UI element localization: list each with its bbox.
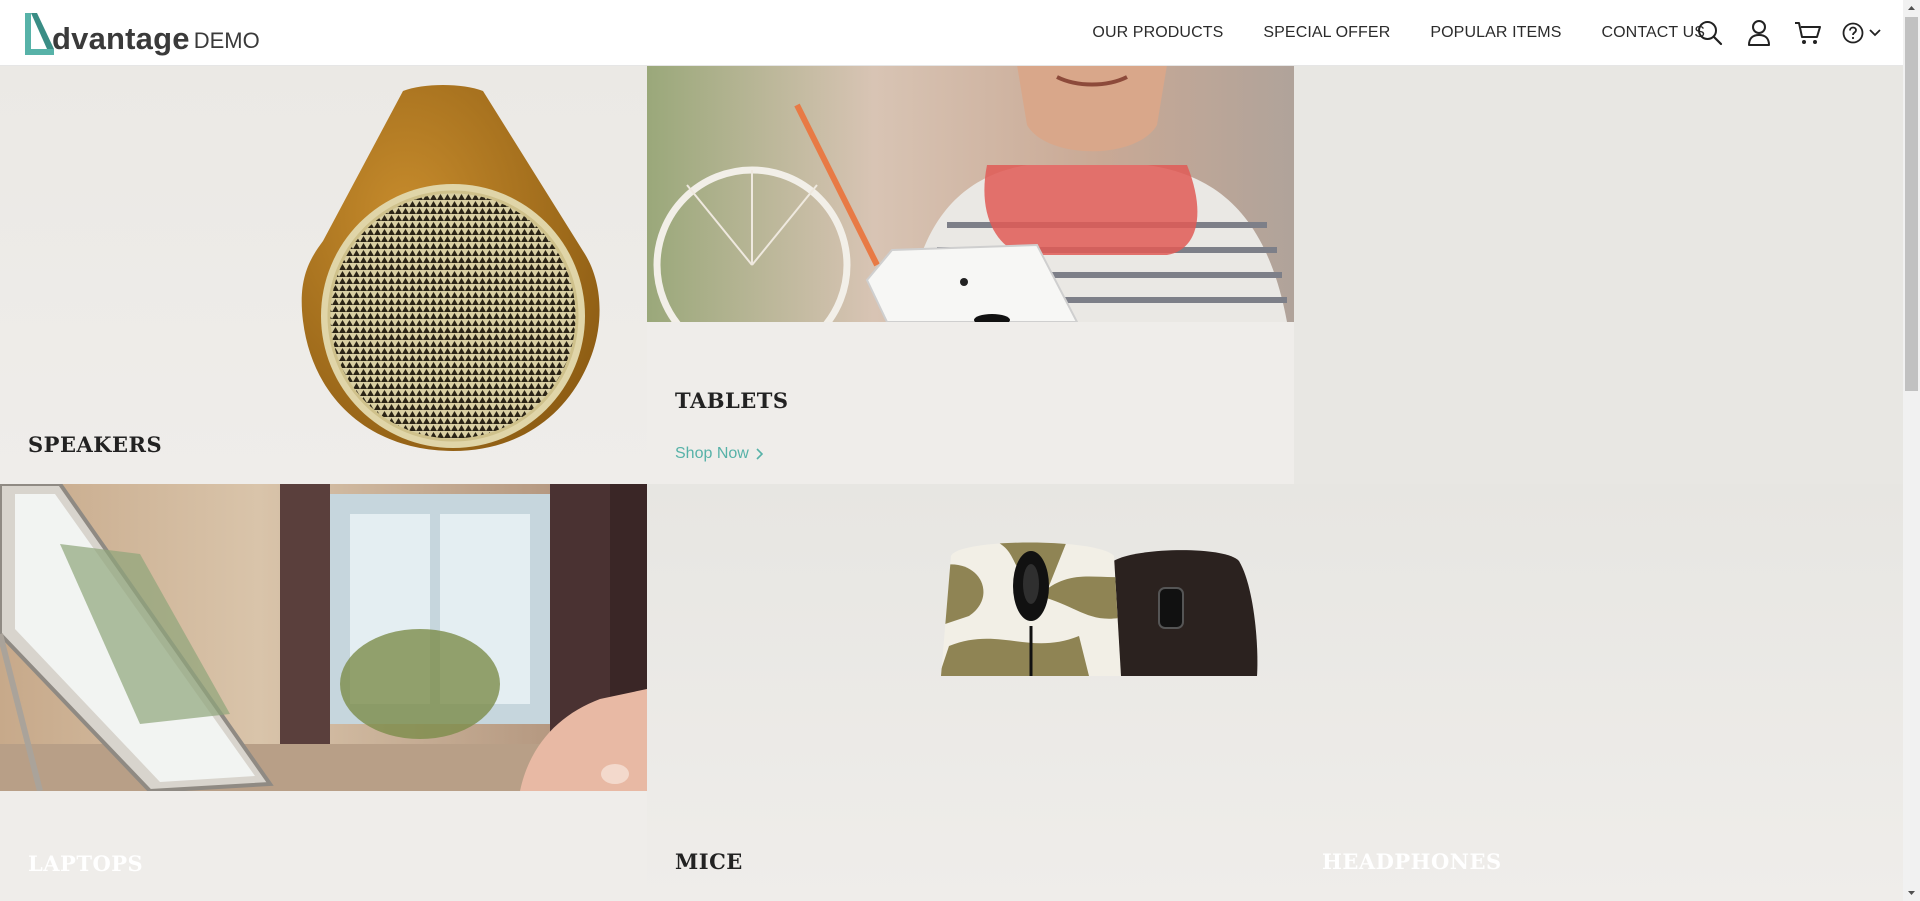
header-icons bbox=[1693, 16, 1884, 50]
nav-special-offer[interactable]: SPECIAL OFFER bbox=[1263, 24, 1390, 42]
page-scrollbar[interactable] bbox=[1903, 0, 1920, 901]
logo[interactable]: dvantage DEMO bbox=[22, 9, 260, 57]
search-button[interactable] bbox=[1693, 16, 1727, 50]
laptop-photo-image bbox=[0, 484, 647, 791]
logo-subtext: DEMO bbox=[193, 28, 260, 53]
help-menu-button[interactable] bbox=[1840, 16, 1884, 50]
category-mice[interactable]: MICE HEADPHONES bbox=[647, 484, 1903, 901]
category-laptops[interactable]: LAPTOPS bbox=[0, 484, 647, 901]
logo-mark-icon bbox=[25, 13, 54, 55]
speaker-image bbox=[301, 85, 600, 451]
chevron-down-icon bbox=[1869, 29, 1881, 37]
user-button[interactable] bbox=[1742, 16, 1776, 50]
tablet-photo-image bbox=[647, 65, 1294, 322]
scroll-up-arrow-icon[interactable] bbox=[1903, 0, 1920, 17]
category-speakers[interactable]: SPEAKERS bbox=[0, 65, 647, 484]
speakers-title: SPEAKERS bbox=[28, 432, 163, 457]
site-header: dvantage DEMO OUR PRODUCTS SPECIAL OFFER… bbox=[0, 0, 1903, 66]
tablets-title: TABLETS bbox=[675, 388, 789, 413]
scrollbar-thumb[interactable] bbox=[1905, 17, 1918, 391]
laptops-title: LAPTOPS bbox=[28, 851, 144, 876]
help-icon bbox=[1842, 22, 1864, 44]
tablets-shop-now-link[interactable]: Shop Now bbox=[675, 445, 763, 463]
nav-contact-us[interactable]: CONTACT US bbox=[1601, 24, 1705, 42]
chevron-right-icon bbox=[756, 448, 763, 460]
category-blank-area bbox=[1294, 65, 1903, 484]
main-nav: OUR PRODUCTS SPECIAL OFFER POPULAR ITEMS… bbox=[1092, 0, 1705, 65]
mice-image bbox=[941, 542, 1258, 676]
scroll-down-arrow-icon[interactable] bbox=[1903, 884, 1920, 901]
cart-button[interactable] bbox=[1791, 16, 1825, 50]
logo-text: dvantage bbox=[52, 21, 190, 56]
nav-our-products[interactable]: OUR PRODUCTS bbox=[1092, 24, 1223, 42]
headphones-title[interactable]: HEADPHONES bbox=[1322, 849, 1502, 874]
cart-icon bbox=[1795, 22, 1821, 44]
category-tablets[interactable]: TABLETS Shop Now bbox=[647, 65, 1294, 484]
search-icon bbox=[1698, 21, 1723, 46]
nav-popular-items[interactable]: POPULAR ITEMS bbox=[1430, 24, 1561, 42]
shop-now-label: Shop Now bbox=[675, 445, 749, 462]
mice-title: MICE bbox=[675, 849, 743, 874]
user-icon bbox=[1748, 20, 1770, 46]
